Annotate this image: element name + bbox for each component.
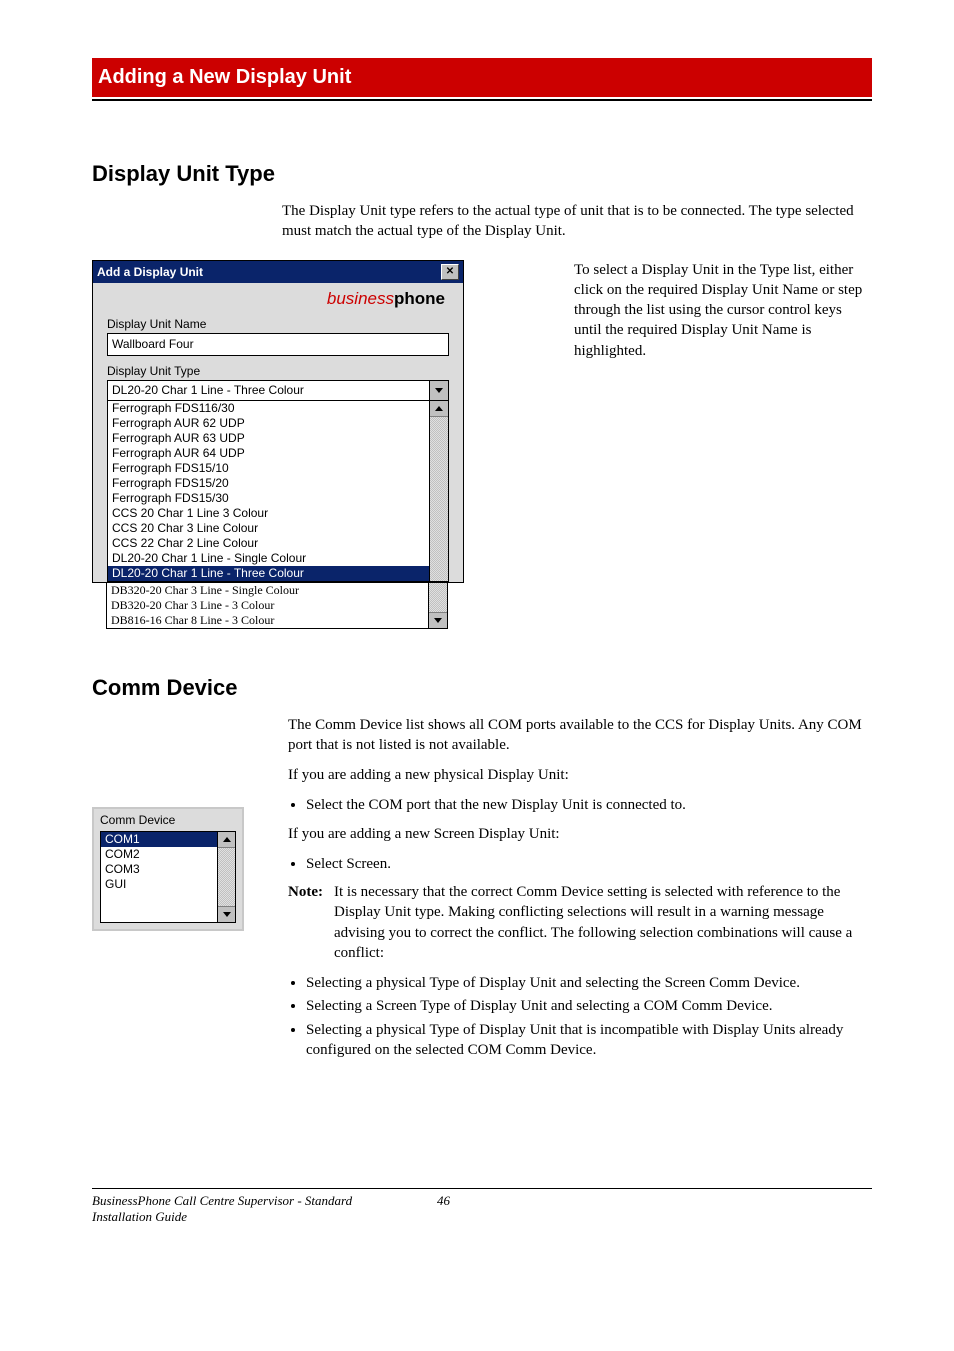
- close-icon[interactable]: ✕: [441, 264, 459, 280]
- brand-bold: phone: [394, 289, 445, 308]
- list-item[interactable]: Ferrograph FDS15/10: [108, 461, 429, 476]
- list-item[interactable]: CCS 20 Char 1 Line 3 Colour: [108, 506, 429, 521]
- scroll-up-icon[interactable]: [218, 832, 235, 848]
- scrollbar-track[interactable]: [430, 417, 448, 581]
- list-item[interactable]: Ferrograph AUR 64 UDP: [108, 446, 429, 461]
- chevron-down-icon[interactable]: [429, 380, 449, 401]
- footer-line1: BusinessPhone Call Centre Supervisor - S…: [92, 1193, 467, 1209]
- comm-device-text: The Comm Device list shows all COM ports…: [282, 715, 872, 1069]
- brand-italic: business: [327, 289, 394, 308]
- list-item[interactable]: Ferrograph FDS15/20: [108, 476, 429, 491]
- list-item-selected[interactable]: DL20-20 Char 1 Line - Three Colour: [108, 566, 429, 581]
- list-item[interactable]: CCS 20 Char 3 Line Colour: [108, 521, 429, 536]
- list-item[interactable]: COM2: [101, 847, 217, 862]
- page-number: 46: [437, 1193, 497, 1209]
- footer-line2: Installation Guide: [92, 1209, 467, 1225]
- comm-device-label: Comm Device: [100, 813, 236, 827]
- display-unit-name-input[interactable]: Wallboard Four: [107, 333, 449, 356]
- intro-paragraph: The Display Unit type refers to the actu…: [282, 201, 872, 242]
- dialog-title: Add a Display Unit: [97, 265, 203, 279]
- list-item[interactable]: DB320-20 Char 3 Line - Single Colour: [107, 583, 428, 598]
- list-item-selected[interactable]: COM1: [101, 832, 217, 847]
- list-item-empty: [101, 892, 217, 907]
- side-instruction: To select a Display Unit in the Type lis…: [574, 260, 872, 629]
- list-item[interactable]: COM3: [101, 862, 217, 877]
- section-heading-comm-device: Comm Device: [92, 675, 872, 701]
- comm-p1: The Comm Device list shows all COM ports…: [288, 715, 872, 756]
- comm-p3: If you are adding a new Screen Display U…: [288, 824, 872, 844]
- list-item[interactable]: GUI: [101, 877, 217, 892]
- list-item[interactable]: Ferrograph AUR 62 UDP: [108, 416, 429, 431]
- list-item[interactable]: DB320-20 Char 3 Line - 3 Colour: [107, 598, 428, 613]
- comm-bullet-1: Select the COM port that the new Display…: [306, 795, 872, 815]
- scroll-down-icon[interactable]: [218, 906, 235, 922]
- list-item-empty: [101, 907, 217, 922]
- list-item[interactable]: Ferrograph FDS15/30: [108, 491, 429, 506]
- overflow-scrollbar[interactable]: [429, 583, 448, 629]
- conflict-item: Selecting a Screen Type of Display Unit …: [306, 996, 872, 1016]
- comm-p2: If you are adding a new physical Display…: [288, 765, 872, 785]
- page-footer: BusinessPhone Call Centre Supervisor - S…: [92, 1188, 872, 1225]
- list-item[interactable]: DB816-16 Char 8 Line - 3 Colour: [107, 613, 428, 628]
- comm-bullet-2: Select Screen.: [306, 854, 872, 874]
- note-label: Note:: [288, 882, 334, 963]
- brand-logo: businessphone: [93, 283, 463, 313]
- scroll-up-icon[interactable]: [430, 401, 448, 417]
- display-unit-name-label: Display Unit Name: [107, 317, 449, 331]
- combo-selected-value: DL20-20 Char 1 Line - Three Colour: [107, 380, 429, 401]
- display-unit-type-label: Display Unit Type: [107, 364, 449, 378]
- conflict-item: Selecting a physical Type of Display Uni…: [306, 973, 872, 993]
- list-item[interactable]: Ferrograph FDS116/30: [108, 401, 429, 416]
- type-listbox[interactable]: Ferrograph FDS116/30 Ferrograph AUR 62 U…: [107, 401, 430, 582]
- add-display-unit-dialog: Add a Display Unit ✕ businessphone Displ…: [92, 260, 464, 583]
- comm-device-listbox[interactable]: COM1 COM2 COM3 GUI: [100, 831, 218, 923]
- header-rule: [92, 99, 872, 101]
- scroll-down-icon[interactable]: [429, 612, 447, 628]
- section-heading-display-unit-type: Display Unit Type: [92, 161, 872, 187]
- list-item[interactable]: Ferrograph AUR 63 UDP: [108, 431, 429, 446]
- note-body: It is necessary that the correct Comm De…: [334, 882, 872, 963]
- conflict-item: Selecting a physical Type of Display Uni…: [306, 1020, 872, 1061]
- list-item[interactable]: CCS 22 Char 2 Line Colour: [108, 536, 429, 551]
- comm-scrollbar[interactable]: [218, 831, 236, 923]
- page-header: Adding a New Display Unit: [92, 58, 872, 97]
- display-unit-type-combo[interactable]: DL20-20 Char 1 Line - Three Colour: [107, 380, 449, 401]
- comm-device-panel: Comm Device COM1 COM2 COM3 GUI: [92, 807, 244, 931]
- list-item[interactable]: DL20-20 Char 1 Line - Single Colour: [108, 551, 429, 566]
- listbox-scrollbar[interactable]: [430, 401, 449, 582]
- dialog-titlebar: Add a Display Unit ✕: [93, 261, 463, 283]
